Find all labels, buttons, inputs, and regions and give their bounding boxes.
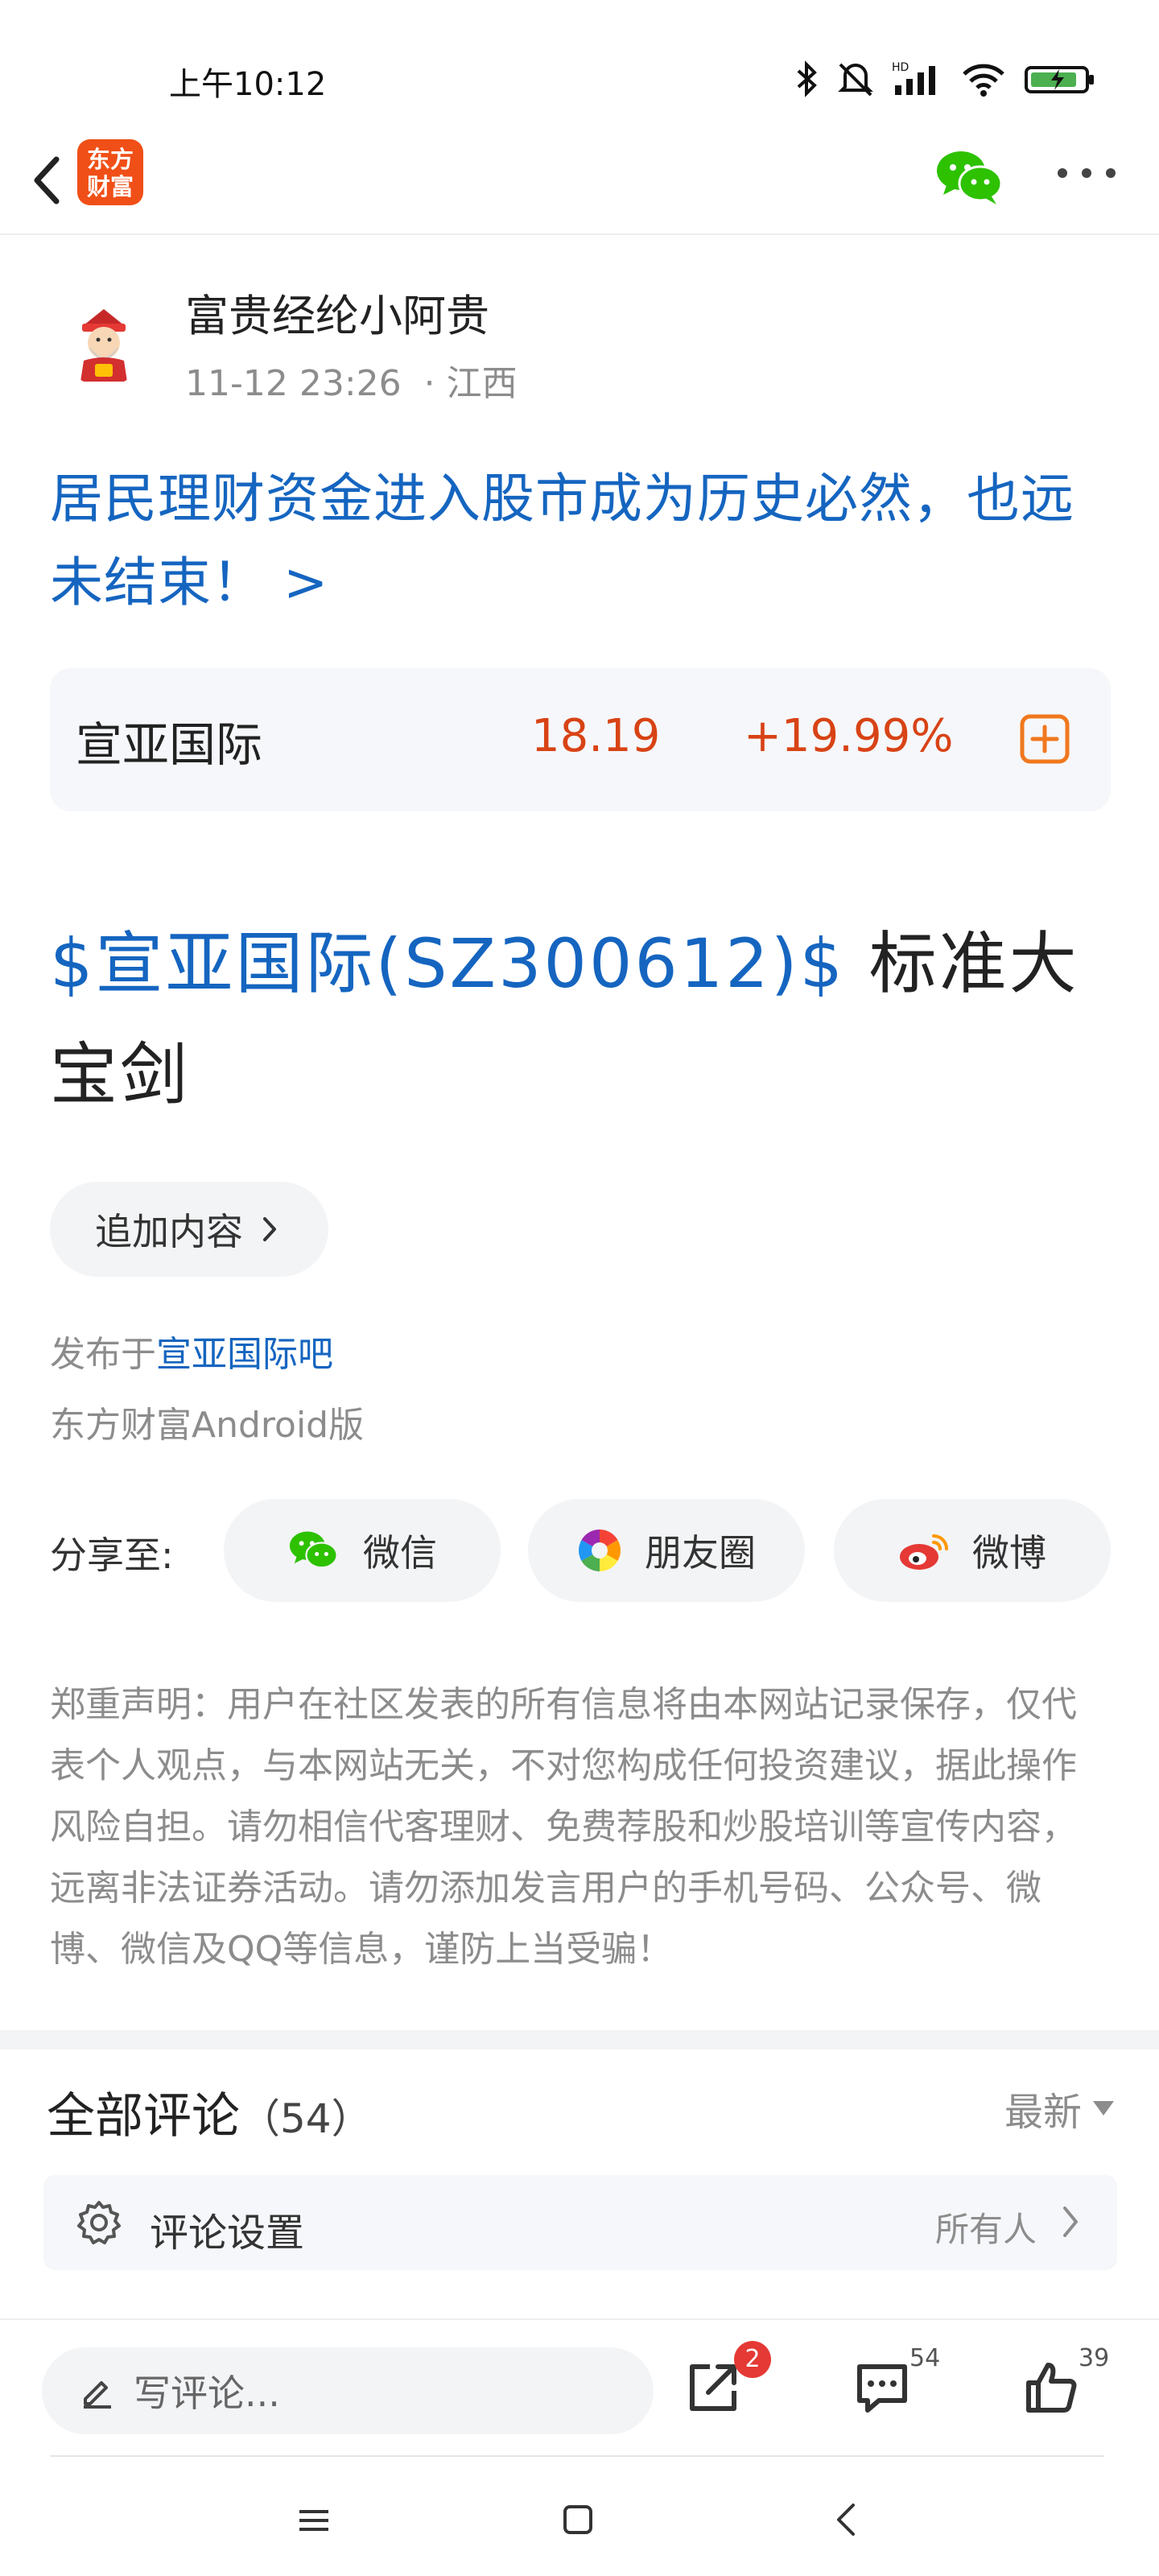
append-content-button[interactable]: 追加内容 [50, 1182, 328, 1277]
share-label: 分享至: [50, 1534, 174, 1577]
stock-tag-link[interactable]: $宣亚国际(SZ300612)$ [50, 924, 845, 1003]
published-prefix: 发布于 [50, 1334, 156, 1375]
share-weibo-button[interactable]: 微博 [834, 1499, 1111, 1602]
chevron-right-icon [1063, 2207, 1078, 2237]
disclaimer-text: 郑重声明：用户在社区发表的所有信息将由本网站记录保存，仅代表个人观点，与本网站无… [50, 1684, 1077, 1970]
thumbs-up-icon [1026, 2363, 1077, 2413]
svg-text:HD: HD [892, 61, 909, 74]
share-out-icon [690, 2364, 736, 2411]
share-badge: 2 [734, 2341, 771, 2378]
like-action-button[interactable]: 39 [1006, 2344, 1109, 2429]
author-header: 富贵经纶小阿贵 11-12 23:26 · 江西 [0, 274, 1159, 411]
chevron-right-icon [263, 1217, 276, 1241]
author-meta: 11-12 23:26 · 江西 [185, 354, 518, 406]
mute-bell-icon [838, 63, 873, 97]
gear-icon [77, 2201, 121, 2244]
pencil-icon [84, 2381, 111, 2409]
stock-name: 宣亚国际 [76, 717, 263, 772]
forum-link[interactable]: 宣亚国际吧 [156, 1334, 333, 1375]
sort-dropdown[interactable]: 最新 [1004, 2080, 1114, 2136]
signal-icon: HD [892, 61, 935, 95]
comments-title: 全部评论（54） [47, 2077, 372, 2147]
avatar[interactable] [60, 298, 148, 386]
write-comment-placeholder: 写评论... [134, 2372, 280, 2415]
nav-bar: 东方 财富 [0, 129, 1159, 235]
section-divider [0, 2030, 1159, 2050]
comment-settings-value: 所有人 [934, 2210, 1037, 2249]
share-wechat-button[interactable]: 微信 [224, 1499, 501, 1602]
comments-title-label: 全部评论 [47, 2088, 240, 2145]
system-back-icon[interactable] [834, 2502, 858, 2537]
comment-settings-row[interactable]: 评论设置 所有人 [43, 2175, 1117, 2270]
share-moments-label: 朋友圈 [645, 1531, 756, 1575]
battery-icon [1025, 66, 1094, 93]
share-moments-button[interactable]: 朋友圈 [528, 1499, 805, 1602]
comments-count: （54） [240, 2095, 372, 2142]
wechat-share-icon[interactable] [934, 147, 1006, 208]
published-in: 发布于宣亚国际吧 [50, 1325, 333, 1377]
more-options-icon[interactable] [1054, 161, 1119, 185]
app-logo[interactable]: 东方 财富 [77, 139, 143, 205]
post-body: $宣亚国际(SZ300612)$ 标准大宝剑 [50, 908, 1120, 1130]
post-datetime: 11-12 23:26 [185, 363, 402, 404]
weibo-icon [900, 1534, 948, 1570]
system-nav-bar [0, 2463, 1159, 2576]
client-source: 东方财富Android版 [50, 1405, 365, 1446]
comment-count: 54 [909, 2344, 941, 2372]
app-logo-line2: 财富 [86, 173, 134, 200]
sort-label: 最新 [1004, 2090, 1082, 2135]
share-weibo-label: 微博 [972, 1531, 1046, 1575]
like-count: 39 [1079, 2344, 1110, 2372]
share-action-button[interactable]: 2 [668, 2341, 771, 2429]
recent-apps-icon[interactable] [298, 2508, 330, 2533]
bottom-action-bar: 写评论... 2 54 39 [0, 2318, 1159, 2455]
back-arrow-icon[interactable] [21, 145, 69, 217]
post-location: · 江西 [423, 363, 518, 404]
bluetooth-icon [797, 60, 817, 97]
caret-down-icon [1093, 2101, 1114, 2116]
comment-action-button[interactable]: 54 [837, 2344, 940, 2429]
moments-icon [579, 1530, 621, 1571]
headline-link[interactable]: 居民理财资金进入股市成为历史必然，也远未结束！ > [50, 457, 1120, 625]
stock-price: 18.19 [531, 710, 661, 762]
add-watchlist-icon[interactable] [1019, 713, 1070, 765]
home-icon[interactable] [562, 2504, 594, 2536]
write-comment-input[interactable]: 写评论... [42, 2347, 654, 2434]
stock-change: +19.99% [744, 710, 954, 762]
comment-settings-label: 评论设置 [150, 2211, 305, 2256]
action-bar-underline [50, 2455, 1104, 2457]
append-content-label: 追加内容 [95, 1210, 243, 1253]
author-name[interactable]: 富贵经纶小阿贵 [185, 280, 489, 344]
status-time: 上午10:12 [169, 66, 327, 103]
comment-bubble-icon [857, 2364, 907, 2413]
share-wechat-label: 微信 [363, 1531, 437, 1575]
wifi-icon [963, 64, 1004, 97]
status-icons: HD [795, 56, 1096, 101]
stock-quote-card[interactable]: 宣亚国际 18.19 +19.99% [50, 668, 1111, 811]
app-logo-line1: 东方 [86, 146, 134, 173]
wechat-icon [289, 1531, 338, 1569]
